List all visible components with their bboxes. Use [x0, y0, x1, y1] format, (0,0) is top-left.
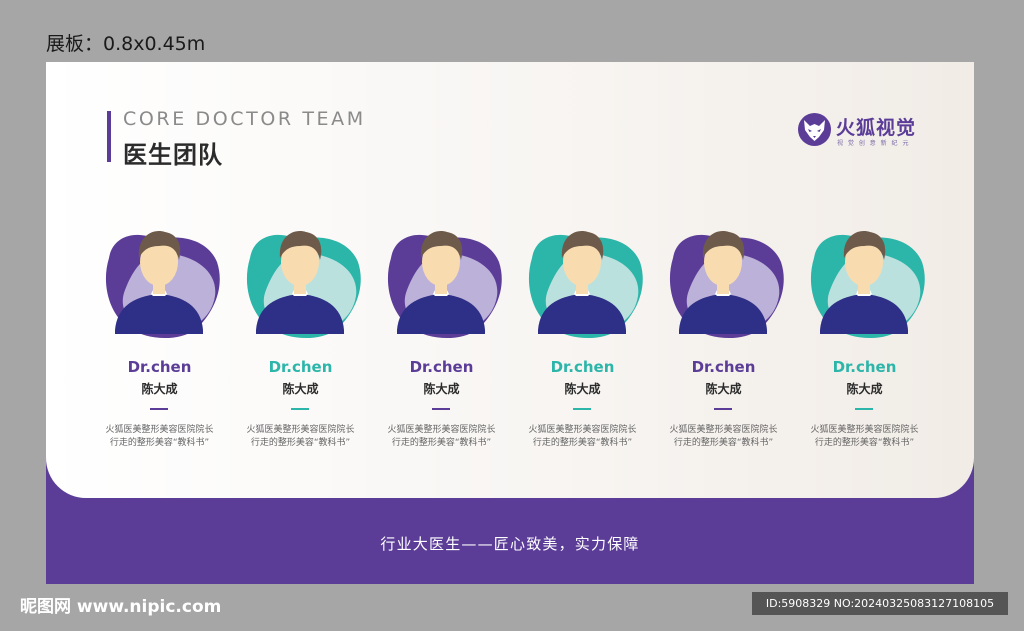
doctor-divider [855, 408, 873, 410]
doctor-card: Dr.chen 陈大成 火狐医美整形美容医院院长 行走的整形美容“教科书” [512, 210, 653, 460]
doctor-description: 火狐医美整形美容医院院长 行走的整形美容“教科书” [105, 425, 214, 448]
title-english: CORE DOCTOR TEAM [123, 108, 366, 130]
doctor-name: Dr.chen [691, 358, 756, 376]
doctor-avatar-icon [387, 231, 502, 339]
doctor-card: Dr.chen 陈大成 火狐医美整形美容医院院长 行走的整形美容“教科书” [653, 210, 794, 460]
dimension-label: 展板：0.8x0.45m [46, 33, 206, 55]
doctor-card: Dr.chen 陈大成 火狐医美整形美容医院院长 行走的整形美容“教科书” [89, 210, 230, 460]
doctor-divider [291, 408, 309, 410]
doctor-name-chinese: 陈大成 [282, 382, 319, 396]
doctor-avatar-icon [528, 231, 643, 339]
doctor-divider [714, 408, 732, 410]
doctor-description: 火狐医美整形美容医院院长 行走的整形美容“教科书” [669, 425, 778, 448]
content-panel: CORE DOCTOR TEAM 医生团队 火狐视觉 视 觉 创 意 新 纪 元… [46, 62, 974, 498]
title-chinese: 医生团队 [123, 141, 223, 169]
doctor-name-chinese: 陈大成 [705, 382, 742, 396]
doctor-card: Dr.chen 陈大成 火狐医美整形美容医院院长 行走的整形美容“教科书” [371, 210, 512, 460]
doctor-description: 火狐医美整形美容医院院长 行走的整形美容“教科书” [387, 425, 496, 448]
doctor-name-chinese: 陈大成 [564, 382, 601, 396]
brand-name: 火狐视觉 [836, 117, 917, 139]
doctor-name: Dr.chen [550, 358, 615, 376]
doctor-name: Dr.chen [832, 358, 897, 376]
title-accent-bar [107, 111, 111, 162]
doctor-name: Dr.chen [127, 358, 192, 376]
doctor-description: 火狐医美整形美容医院院长 行走的整形美容“教科书” [810, 425, 919, 448]
doctor-divider [150, 408, 168, 410]
footer-slogan: 行业大医生——匠心致美，实力保障 [380, 535, 640, 553]
doctor-name-chinese: 陈大成 [846, 382, 883, 396]
doctor-name: Dr.chen [268, 358, 333, 376]
site-watermark: 昵图网 www.nipic.com [20, 597, 222, 617]
doctor-name-chinese: 陈大成 [141, 382, 178, 396]
brand-slogan: 视 觉 创 意 新 纪 元 [837, 140, 910, 147]
fox-logo-icon [798, 113, 831, 146]
image-id-watermark: ID:5908329 NO:20240325083127108105 [752, 592, 1008, 615]
doctor-card: Dr.chen 陈大成 火狐医美整形美容医院院长 行走的整形美容“教科书” [794, 210, 935, 460]
doctor-description: 火狐医美整形美容医院院长 行走的整形美容“教科书” [528, 425, 637, 448]
doctor-divider [573, 408, 591, 410]
doctor-avatar-icon [246, 231, 361, 339]
doctor-name-chinese: 陈大成 [423, 382, 460, 396]
doctor-card: Dr.chen 陈大成 火狐医美整形美容医院院长 行走的整形美容“教科书” [230, 210, 371, 460]
doctor-description: 火狐医美整形美容医院院长 行走的整形美容“教科书” [246, 425, 355, 448]
doctor-avatar-icon [810, 231, 925, 339]
doctor-divider [432, 408, 450, 410]
doctor-avatar-icon [105, 231, 220, 339]
brand-logo: 火狐视觉 视 觉 创 意 新 纪 元 [797, 110, 927, 152]
display-board: CORE DOCTOR TEAM 医生团队 火狐视觉 视 觉 创 意 新 纪 元… [46, 62, 974, 584]
doctor-avatar-icon [669, 231, 784, 339]
doctor-name: Dr.chen [409, 358, 474, 376]
